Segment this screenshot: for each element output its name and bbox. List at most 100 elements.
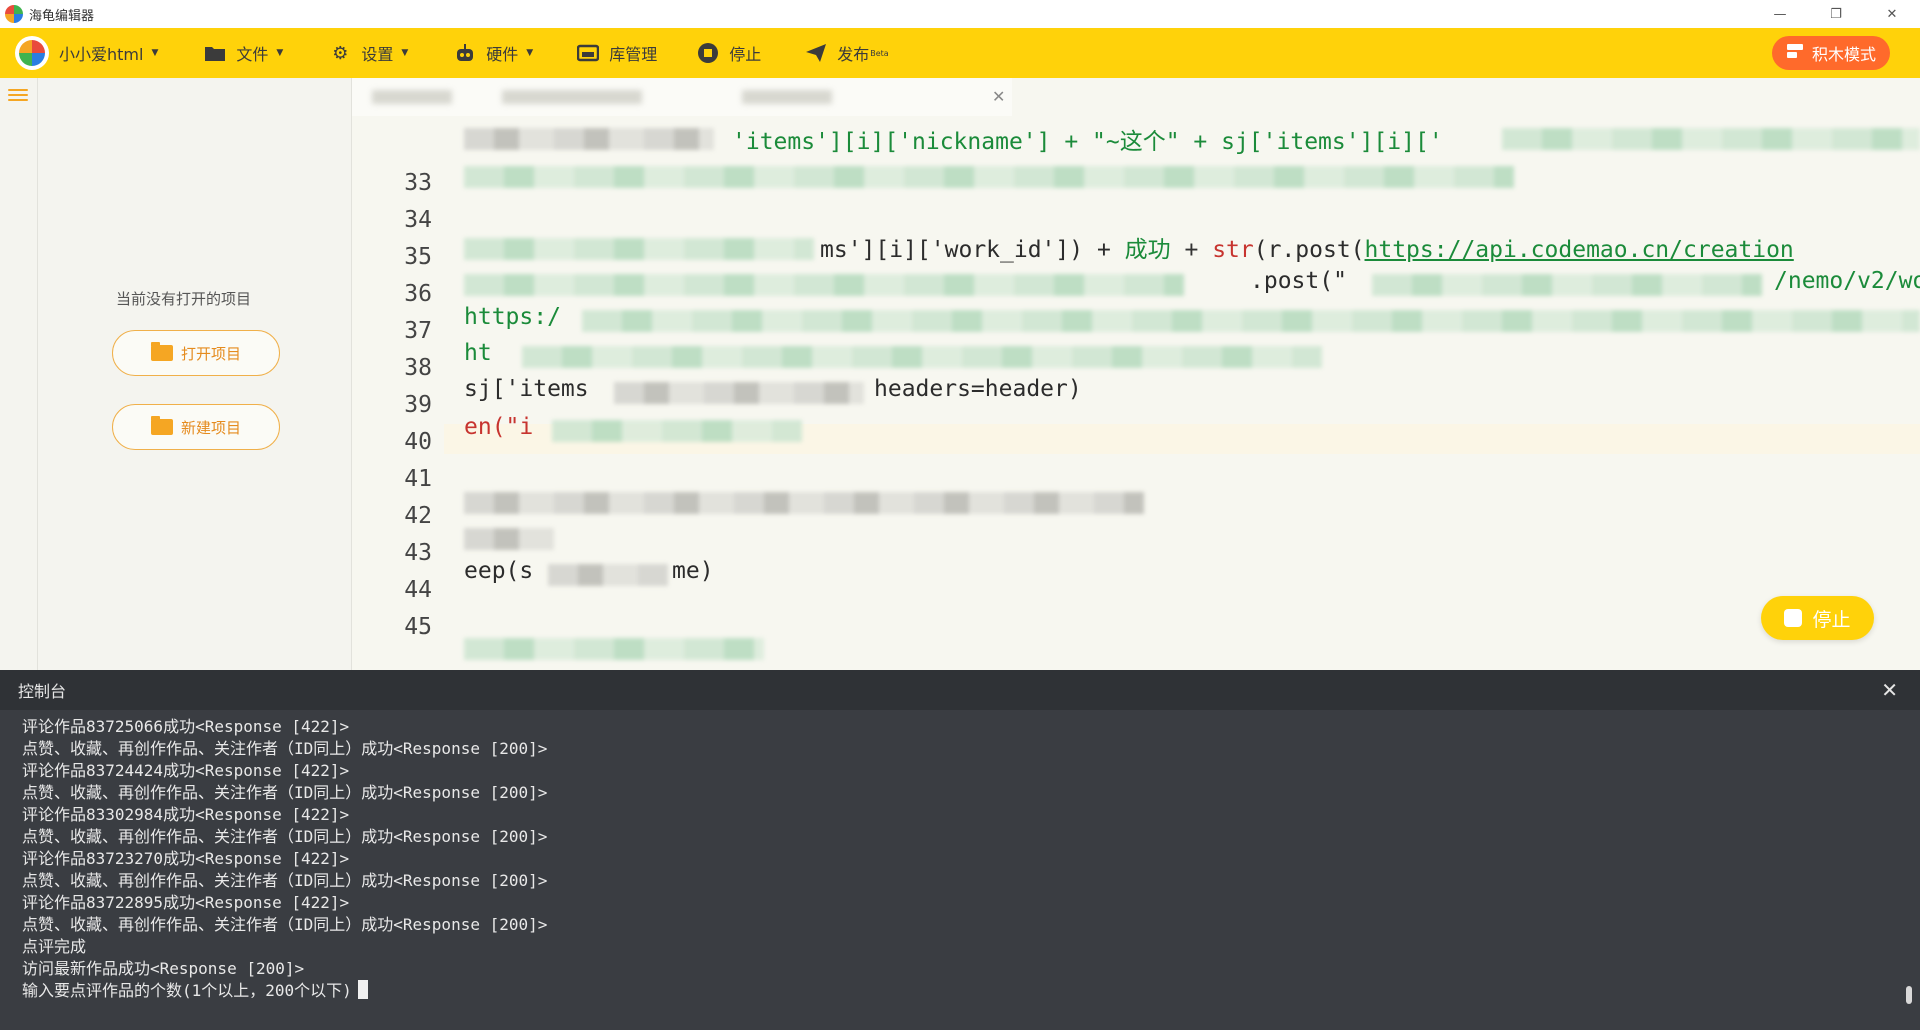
close-icon[interactable]: ✕ bbox=[1881, 678, 1898, 702]
line-number: 44 bbox=[404, 577, 432, 603]
stop-run-button[interactable]: 停止 bbox=[1761, 596, 1874, 640]
blurred-code bbox=[522, 346, 1322, 368]
console-line: 评论作品83725066成功<Response [422]> bbox=[22, 717, 350, 736]
code-line: en("i bbox=[464, 414, 533, 440]
console-input-line[interactable]: 输入要点评作品的个数(1个以上，200个以下) bbox=[22, 980, 1898, 1002]
console-line: 点赞、收藏、再创作作品、关注作者（ID同上）成功<Response [200]> bbox=[22, 915, 548, 934]
console-line: 评论作品83302984成功<Response [422]> bbox=[22, 805, 350, 824]
project-menu[interactable]: 小小爱html ▼ bbox=[59, 28, 158, 78]
chevron-down-icon: ▼ bbox=[151, 48, 159, 58]
hardware-menu[interactable]: 硬件 ▼ bbox=[454, 28, 533, 78]
code-token: headers=header) bbox=[874, 376, 1082, 402]
line-number: 45 bbox=[404, 614, 432, 640]
robot-icon bbox=[454, 42, 476, 64]
code-line: sj['items bbox=[464, 376, 589, 402]
file-menu-label: 文件 bbox=[236, 45, 269, 64]
blurred-code bbox=[582, 310, 1920, 332]
new-folder-icon bbox=[150, 416, 173, 435]
code-line: .post(" bbox=[1250, 268, 1347, 294]
block-mode-button[interactable]: 积木模式 bbox=[1772, 36, 1890, 70]
code-line: 'items'][i]['nickname'] + "~这个" + sj['it… bbox=[732, 122, 1443, 156]
stop-button[interactable]: 停止 bbox=[697, 28, 761, 78]
close-icon[interactable]: ✕ bbox=[992, 87, 1005, 106]
folder-icon bbox=[204, 42, 226, 64]
code-token: ht bbox=[464, 340, 492, 366]
console-line: 评论作品83724424成功<Response [422]> bbox=[22, 761, 350, 780]
line-number: 42 bbox=[404, 503, 432, 529]
project-menu-label: 小小爱html bbox=[59, 45, 144, 64]
file-menu[interactable]: 文件 ▼ bbox=[204, 28, 283, 78]
code-line: ht bbox=[464, 340, 492, 366]
code-token: ms'][i]['work_id']) + bbox=[820, 237, 1125, 263]
console-scrollbar[interactable] bbox=[1906, 986, 1912, 1004]
stop-circle-icon bbox=[697, 42, 719, 64]
code-token: eep(s bbox=[464, 558, 534, 584]
main-toolbar: 小小爱html ▼ 文件 ▼ ⚙ 设置 ▼ 硬件 ▼ 库管理 停止 发布 Bet… bbox=[0, 28, 1920, 78]
menu-toggle-icon[interactable] bbox=[8, 86, 28, 106]
window-controls: — ❐ ✕ bbox=[1752, 0, 1920, 28]
console-header: 控制台 ✕ bbox=[0, 670, 1920, 710]
console-line: 点赞、收藏、再创作作品、关注作者（ID同上）成功<Response [200]> bbox=[22, 783, 548, 802]
blocks-icon bbox=[1786, 43, 1804, 63]
beta-badge: Beta bbox=[870, 48, 889, 58]
blurred-code bbox=[548, 564, 668, 586]
app-window: 海龟编辑器 — ❐ ✕ 小小爱html ▼ 文件 ▼ ⚙ 设置 ▼ 硬件 ▼ 库… bbox=[0, 0, 1920, 1030]
settings-menu-label: 设置 bbox=[361, 45, 394, 64]
blurred-code bbox=[464, 238, 814, 260]
text-cursor bbox=[357, 980, 368, 999]
line-number: 37 bbox=[404, 318, 432, 344]
code-line: me) bbox=[672, 558, 714, 584]
code-line: headers=header) bbox=[874, 376, 1082, 402]
publish-button[interactable]: 发布 Beta bbox=[805, 28, 889, 78]
publish-label: 发布 bbox=[837, 45, 870, 64]
code-url: https://api.codemao.cn/creation bbox=[1364, 237, 1794, 263]
library-label: 库管理 bbox=[609, 45, 658, 64]
chevron-down-icon: ▼ bbox=[401, 48, 409, 58]
line-number: ​ bbox=[352, 130, 432, 156]
empty-project-message: 当前没有打开的项目 bbox=[116, 290, 252, 308]
console-panel[interactable]: 控制台 ✕ 评论作品83725066成功<Response [422]> 点赞、… bbox=[0, 670, 1920, 1030]
code-token: (r.post( bbox=[1253, 237, 1365, 263]
project-panel: 当前没有打开的项目 打开项目 新建项目 bbox=[38, 78, 352, 670]
console-line: 点赞、收藏、再创作作品、关注作者（ID同上）成功<Response [200]> bbox=[22, 871, 548, 890]
blurred-tab-text bbox=[502, 90, 642, 104]
blurred-code bbox=[1372, 274, 1762, 296]
new-project-button[interactable]: 新建项目 bbox=[112, 404, 280, 450]
line-number-gutter: ​ 33 34 35 36 37 38 39 40 41 42 43 44 45 bbox=[352, 116, 444, 670]
console-line: 点赞、收藏、再创作作品、关注作者（ID同上）成功<Response [200]> bbox=[22, 739, 548, 758]
code-token: https:/ bbox=[464, 304, 561, 330]
code-token: me) bbox=[672, 558, 714, 584]
restore-button[interactable]: ❐ bbox=[1808, 0, 1864, 28]
code-line: eep(s bbox=[464, 558, 533, 584]
console-line: 评论作品83723270成功<Response [422]> bbox=[22, 849, 350, 868]
console-line: 点赞、收藏、再创作作品、关注作者（ID同上）成功<Response [200]> bbox=[22, 827, 548, 846]
library-button[interactable]: 库管理 bbox=[577, 28, 657, 78]
console-line: 访问最新作品成功<Response [200]> bbox=[22, 959, 305, 978]
blurred-code bbox=[464, 166, 1514, 188]
close-button[interactable]: ✕ bbox=[1864, 0, 1920, 28]
code-token: en("i bbox=[464, 414, 534, 440]
code-token: sj['items bbox=[464, 376, 589, 402]
title-bar: 海龟编辑器 — ❐ ✕ bbox=[0, 0, 1920, 28]
minimize-button[interactable]: — bbox=[1752, 0, 1808, 28]
console-title: 控制台 bbox=[18, 682, 67, 701]
blurred-code bbox=[464, 128, 714, 150]
new-project-label: 新建项目 bbox=[180, 418, 241, 437]
line-number: 41 bbox=[404, 466, 432, 492]
console-line: 点评完成 bbox=[22, 937, 87, 956]
blurred-tab-text bbox=[372, 90, 452, 104]
blurred-code bbox=[464, 528, 554, 550]
window-title: 海龟编辑器 bbox=[29, 8, 95, 24]
editor-tab-bar: ✕ bbox=[352, 78, 1920, 116]
settings-menu[interactable]: ⚙ 设置 ▼ bbox=[329, 28, 408, 78]
file-tab[interactable]: ✕ bbox=[352, 78, 1012, 116]
code-line: /nemo/v2/works/%d bbox=[1774, 268, 1920, 294]
code-token: 成功 bbox=[1124, 237, 1171, 263]
stop-run-label: 停止 bbox=[1812, 608, 1851, 631]
open-project-button[interactable]: 打开项目 bbox=[112, 330, 280, 376]
chevron-down-icon: ▼ bbox=[276, 48, 284, 58]
line-number: 35 bbox=[404, 244, 432, 270]
chevron-down-icon: ▼ bbox=[526, 48, 534, 58]
line-number: 38 bbox=[404, 355, 432, 381]
code-editor[interactable]: ✕ ​ 33 34 35 36 37 38 39 40 41 42 43 44 … bbox=[352, 78, 1920, 670]
